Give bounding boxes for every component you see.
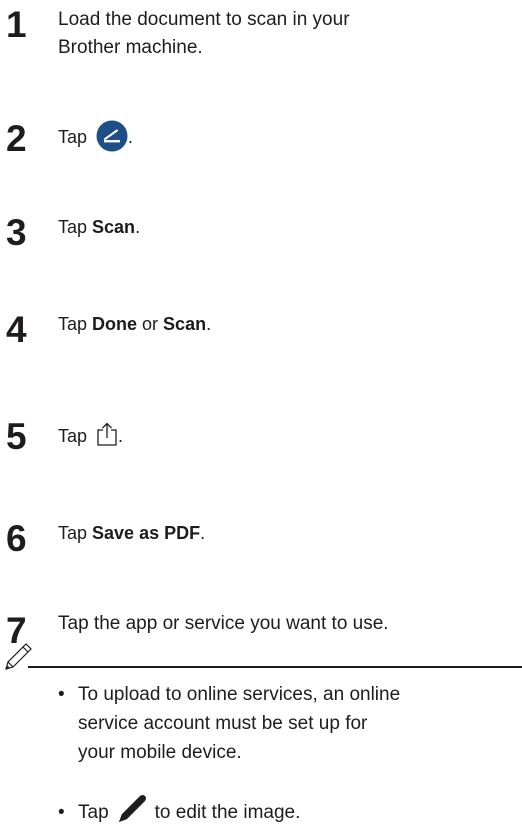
step-text-pre: Tap	[58, 217, 93, 237]
step-text-bold: Done	[92, 314, 138, 334]
share-icon	[96, 422, 118, 446]
step-text: Load the document to scan in your Brothe…	[58, 6, 350, 62]
step-number: 3	[6, 212, 27, 253]
step-number: 4	[6, 309, 27, 350]
bullet-text: your mobile device.	[78, 742, 242, 763]
step-text-pre: Tap	[58, 126, 88, 147]
step-number: 5	[6, 416, 27, 457]
bullet-text: To upload to online services, an online	[78, 684, 401, 705]
step-text-pre: Tap	[58, 314, 93, 334]
bullet-text: service account must be set up for	[78, 713, 368, 734]
step-text: Tap Save as PDF.	[58, 519, 205, 547]
scan-circle-icon	[96, 120, 128, 152]
step-text: Tap .	[58, 120, 134, 154]
step-text-line: Brother machine.	[58, 37, 203, 58]
step-number: 2	[6, 118, 27, 159]
step-number: 1	[6, 4, 27, 45]
step-text-mid: or	[137, 314, 164, 334]
step-text: Tap Done or Scan.	[58, 310, 211, 338]
step-text-bold: Scan	[163, 314, 207, 334]
step-text-post: .	[118, 426, 124, 446]
step-text-line: Load the document to scan in your	[58, 9, 350, 30]
note-bullet-1: • To upload to online services, an online…	[58, 680, 400, 767]
bullet-dot: •	[58, 684, 65, 705]
step-number: 6	[6, 518, 27, 559]
step-text: Tap Scan.	[58, 213, 140, 241]
step-text-bold: Save as PDF	[92, 523, 201, 543]
step-text-pre: Tap	[58, 426, 88, 446]
step-text-post: .	[128, 126, 134, 147]
step-text-post: .	[206, 314, 212, 334]
step-text-bold: Scan	[92, 217, 136, 237]
note-divider	[28, 666, 522, 668]
bullet-text-pre: Tap	[78, 802, 109, 824]
step-text-post: .	[200, 523, 206, 543]
bullet-text-post: to edit the image.	[154, 802, 301, 824]
bullet-dot: •	[58, 802, 65, 824]
step-text: Tap .	[58, 422, 123, 450]
step-text-post: .	[135, 217, 141, 237]
note-bullet-2: • Tap to edit the image.	[58, 795, 301, 830]
step-text-pre: Tap	[58, 523, 93, 543]
edit-pencil-icon	[115, 792, 149, 826]
step-text: Tap the app or service you want to use.	[58, 613, 389, 634]
